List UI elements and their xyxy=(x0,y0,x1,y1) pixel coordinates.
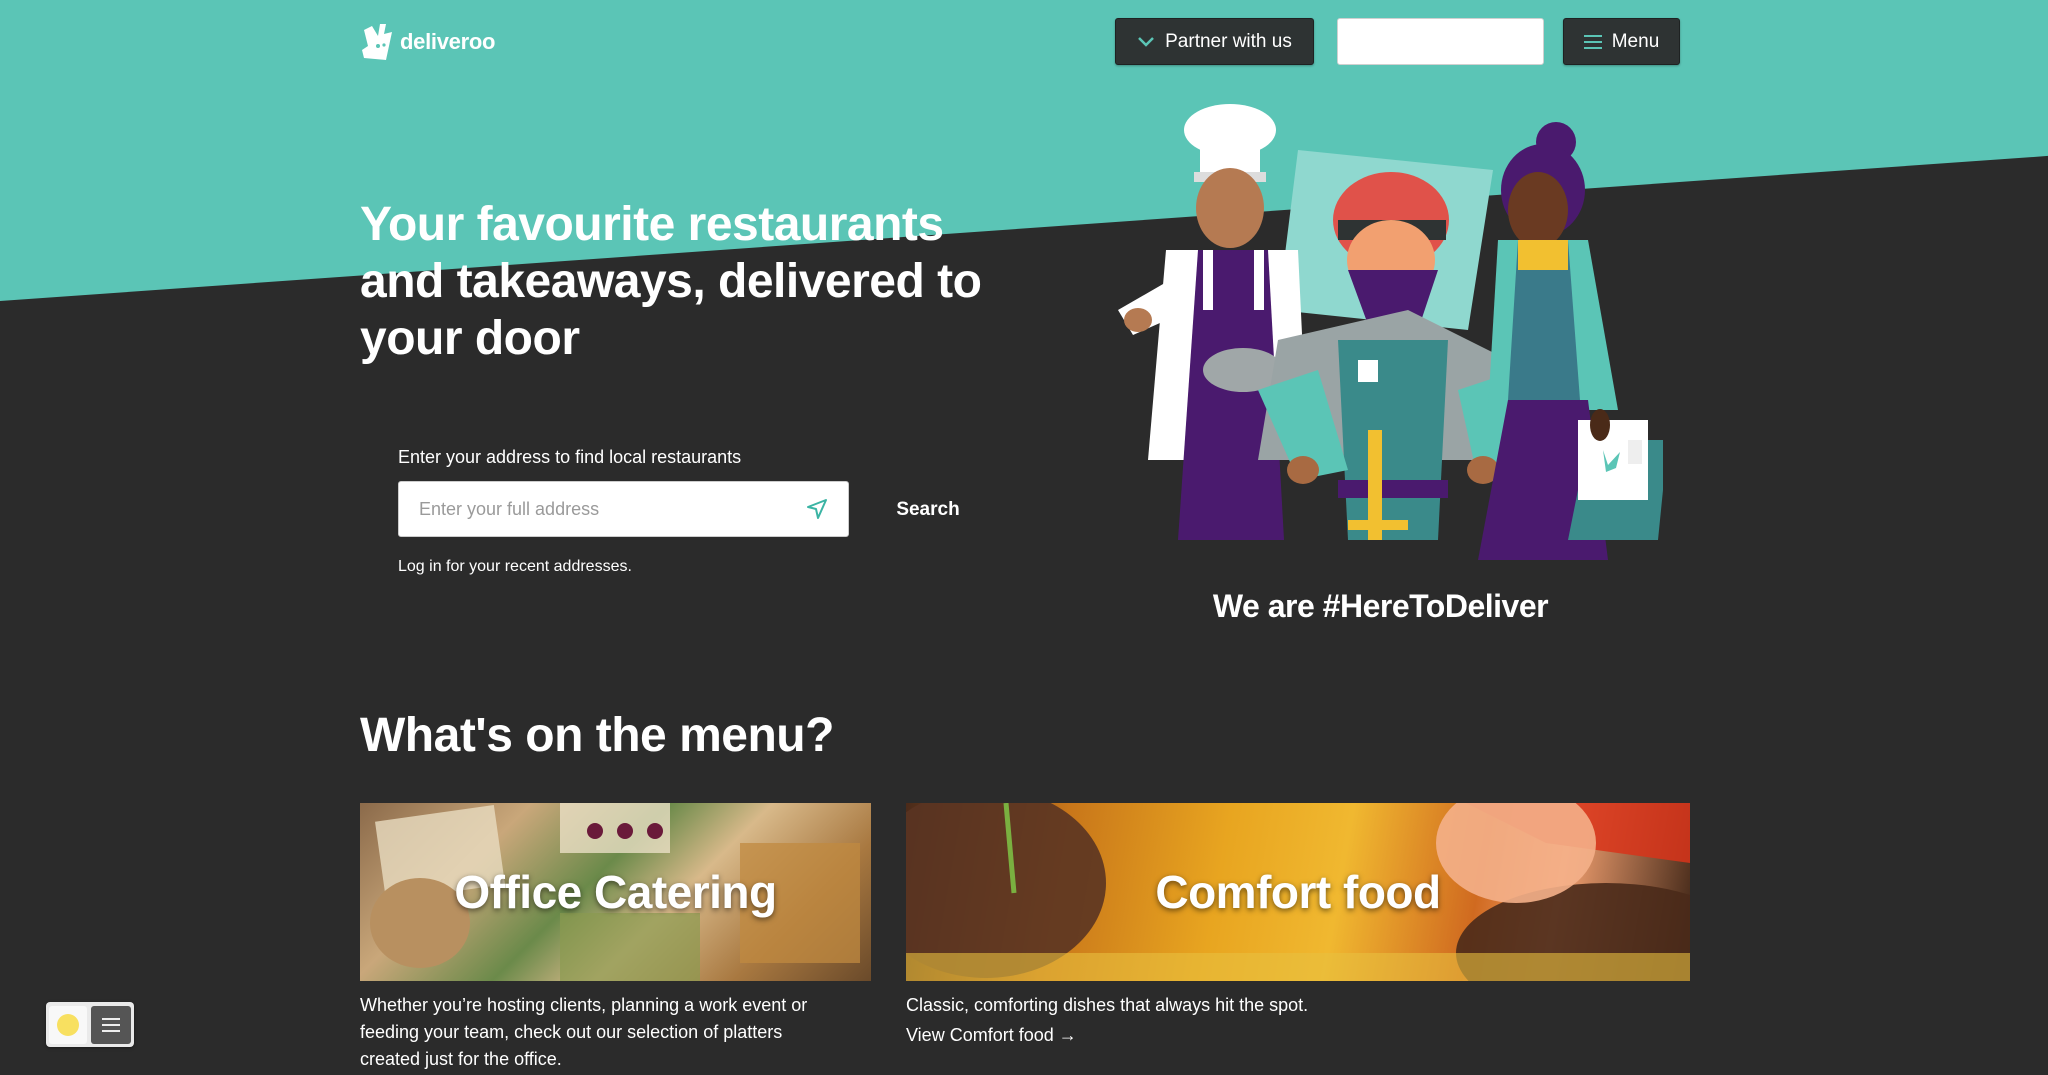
hamburger-icon xyxy=(1583,34,1602,49)
sun-icon xyxy=(57,1013,79,1036)
sign-up-button[interactable] xyxy=(1337,18,1544,65)
partner-with-us-button[interactable]: Partner with us xyxy=(1115,18,1314,65)
menu-lines-icon xyxy=(102,1017,120,1032)
light-mode-button[interactable] xyxy=(49,1005,87,1044)
hero-teal-background xyxy=(0,0,2048,302)
office-catering-description: Whether you’re hosting clients, planning… xyxy=(360,995,808,1069)
address-label: Enter your address to find local restaur… xyxy=(398,447,742,467)
riders-illustration xyxy=(1118,104,1663,560)
address-field[interactable] xyxy=(398,481,849,537)
here-to-deliver-tagline: We are #HereToDeliver xyxy=(1212,588,1549,624)
options-button[interactable] xyxy=(91,1005,131,1044)
comfort-food-title: Comfort food xyxy=(1155,866,1441,918)
chevron-down-icon xyxy=(1138,36,1155,47)
office-catering-card-image[interactable]: Office Catering xyxy=(360,803,871,981)
comfort-food-card-image[interactable]: Comfort food xyxy=(906,803,1690,981)
location-arrow-icon[interactable] xyxy=(806,498,828,520)
login-recent-addresses-link[interactable]: Log in for your recent addresses. xyxy=(398,558,632,576)
search-button[interactable]: Search xyxy=(880,495,976,525)
menu-label: Menu xyxy=(1611,30,1660,52)
hero-title: Your favourite restaurants and takeaways… xyxy=(360,198,982,365)
logo-text: deliveroo xyxy=(400,29,496,54)
comfort-food-description: Classic, comforting dishes that always h… xyxy=(906,995,1309,1015)
office-catering-title: Office Catering xyxy=(454,866,777,918)
view-comfort-food-link[interactable]: View Comfort food → xyxy=(906,1025,1077,1046)
menu-section-heading: What's on the menu? xyxy=(360,709,834,762)
theme-toggle[interactable] xyxy=(46,1002,134,1047)
deliveroo-logo[interactable]: deliveroo xyxy=(360,22,495,62)
menu-button[interactable]: Menu xyxy=(1563,18,1680,65)
partner-with-us-label: Partner with us xyxy=(1165,30,1292,52)
address-input[interactable] xyxy=(419,498,806,520)
deliveroo-logo-icon xyxy=(362,24,392,60)
